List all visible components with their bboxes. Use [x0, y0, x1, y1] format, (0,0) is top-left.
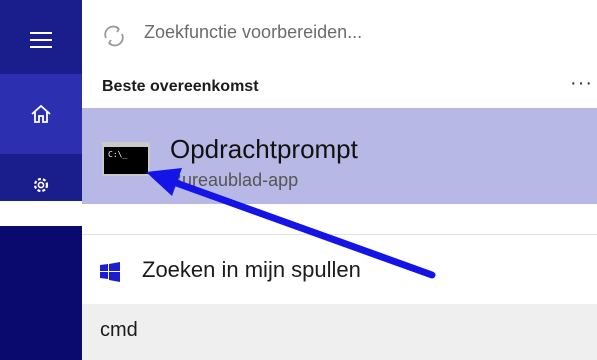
- loading-spinner-icon: [104, 25, 124, 47]
- divider: [82, 234, 597, 235]
- home-button[interactable]: [0, 74, 82, 154]
- home-icon: [31, 104, 51, 123]
- search-panel: Zoekfunctie voorbereiden... Beste overee…: [82, 0, 597, 360]
- best-match-result[interactable]: C:\_ Opdrachtprompt Bureaublad-app: [82, 108, 597, 204]
- result-app-type: Bureaublad-app: [170, 170, 299, 190]
- section-title: Beste overeenkomst: [102, 78, 259, 95]
- settings-icon: [33, 177, 49, 193]
- best-match-header: Beste overeenkomst ···: [82, 68, 597, 108]
- windows-logo-icon: [100, 262, 120, 282]
- more-options-button[interactable]: ···: [570, 72, 593, 95]
- hamburger-menu-icon: [30, 32, 52, 48]
- settings-button[interactable]: [0, 160, 82, 201]
- command-prompt-icon: C:\_: [102, 142, 150, 176]
- result-app-name: Opdrachtprompt: [170, 134, 358, 164]
- search-my-stuff-label: Zoeken in mijn spullen: [142, 257, 361, 282]
- nav-rail: [0, 0, 82, 201]
- search-query-text: cmd: [100, 319, 138, 341]
- search-input[interactable]: cmd: [82, 304, 597, 360]
- menu-button[interactable]: [0, 10, 82, 70]
- search-my-stuff-button[interactable]: Zoeken in mijn spullen: [82, 240, 597, 300]
- nav-rail-lower: [0, 226, 82, 360]
- search-status-row: Zoekfunctie voorbereiden...: [82, 0, 597, 68]
- search-status-text: Zoekfunctie voorbereiden...: [144, 22, 363, 42]
